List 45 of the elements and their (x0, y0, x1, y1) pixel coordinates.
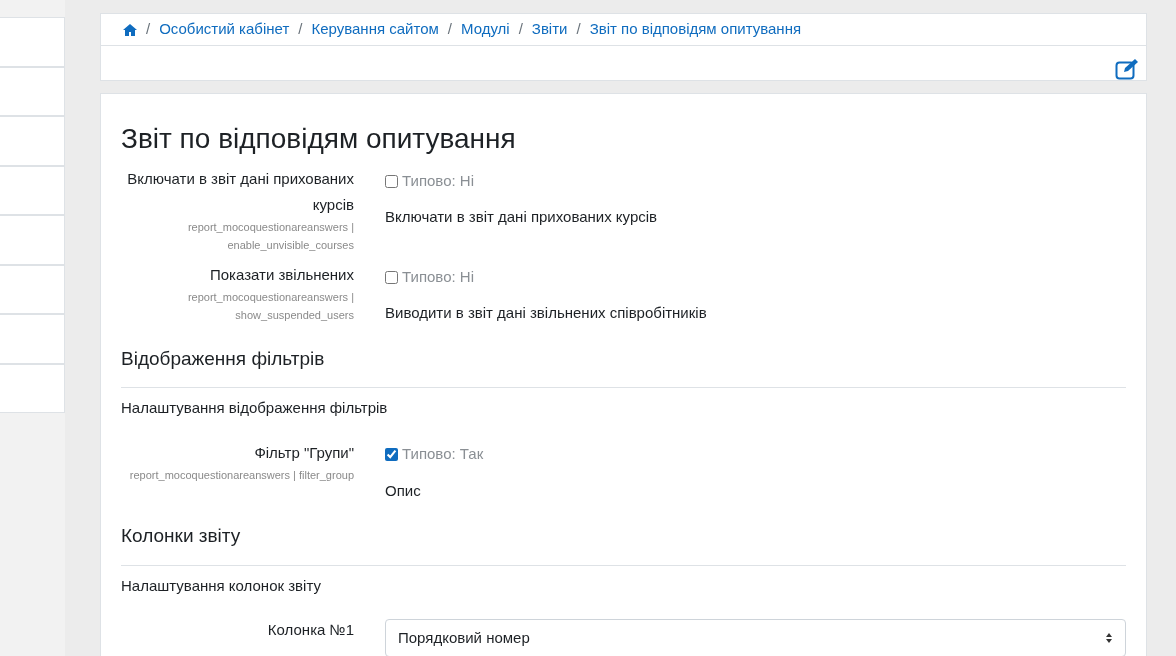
sidebar-item[interactable] (0, 363, 65, 413)
sidebar-item[interactable] (0, 17, 65, 67)
setting-key: report_mocoquestionareanswers | (121, 288, 354, 306)
select-field[interactable]: Порядковий номер (385, 619, 1126, 656)
sidebar-item[interactable] (0, 314, 65, 364)
sidebar-item[interactable] (0, 116, 65, 166)
edit-icon[interactable] (1115, 58, 1141, 80)
section-intro: Налаштування колонок звіту (121, 575, 322, 596)
sidebar-item[interactable] (0, 66, 65, 116)
breadcrumb-separator: / (518, 19, 523, 40)
default-value: Типово: Так (402, 444, 484, 465)
sidebar-item[interactable] (0, 264, 65, 314)
setting-label: Включати в звіт дані прихованих курсів (126, 169, 354, 215)
breadcrumb-link[interactable]: Звіти (531, 18, 568, 41)
breadcrumb-link[interactable]: Звіт по відповідям опитування (589, 18, 802, 41)
setting-key: show_suspended_users (121, 306, 354, 324)
setting-label: Показати звільнених (208, 265, 354, 285)
breadcrumb-separator: / (447, 19, 452, 40)
page-title: Звіт по відповідям опитування (121, 122, 517, 156)
breadcrumb-separator: / (298, 19, 303, 40)
breadcrumb-link[interactable]: Особистий кабінет (159, 18, 290, 41)
breadcrumb-separator: / (146, 19, 151, 40)
breadcrumb-link[interactable]: Керування сайтом (311, 18, 439, 41)
setting-checkbox[interactable] (385, 448, 398, 461)
breadcrumb-link[interactable]: Модулі (460, 18, 510, 41)
setting-description: Виводити в звіт дані звільнених співробітників (385, 303, 708, 323)
default-value: Типово: Ні (402, 266, 474, 287)
default-value: Типово: Ні (402, 170, 474, 191)
section-heading: Відображення фільтрів (121, 344, 1126, 388)
sort-caret-icon (1105, 632, 1113, 644)
setting-label: Фільтр "Групи" (253, 442, 354, 463)
section-heading: Колонки звіту (121, 522, 1126, 566)
home-icon[interactable] (123, 23, 137, 36)
sidebar-item[interactable] (0, 165, 65, 215)
setting-description: Включати в звіт дані прихованих курсів (385, 207, 659, 227)
setting-description: Опис (385, 480, 422, 501)
section-intro: Налаштування відображення фільтрів (121, 398, 389, 418)
breadcrumb-separator: / (576, 19, 581, 40)
setting-key: report_mocoquestionareanswers | filter_group (121, 465, 354, 484)
setting-key: enable_unvisible_courses (121, 236, 354, 254)
setting-key: report_mocoquestionareanswers | (121, 218, 354, 236)
sidebar-item[interactable] (0, 215, 65, 265)
setting-label: Колонка №1 (266, 620, 354, 640)
setting-checkbox[interactable] (385, 270, 398, 284)
setting-checkbox[interactable] (385, 174, 398, 188)
